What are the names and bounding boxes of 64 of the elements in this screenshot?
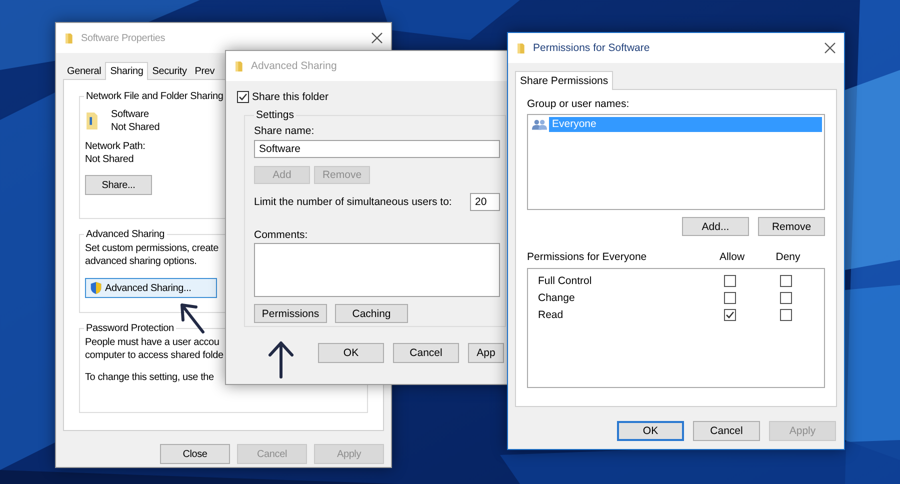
- dialog-button[interactable]: Permissions: [254, 304, 327, 323]
- allow-checkbox[interactable]: [724, 274, 736, 286]
- folder-name: Software: [111, 109, 150, 120]
- tab[interactable]: General: [63, 63, 106, 79]
- comments-field[interactable]: [254, 243, 500, 297]
- network-path: Not Shared: [85, 154, 134, 165]
- folder-icon: [516, 42, 526, 54]
- dialog-button[interactable]: Add...: [682, 217, 749, 236]
- checkbox[interactable]: [237, 91, 249, 103]
- tab[interactable]: Prev: [190, 63, 219, 79]
- group-title: Password Protection: [85, 323, 175, 334]
- users-icon: [532, 118, 547, 130]
- permission-name: Read: [538, 308, 564, 320]
- column-header: Allow: [718, 251, 746, 265]
- dialog-button[interactable]: Cancel: [393, 343, 459, 363]
- shield-icon: [90, 281, 102, 295]
- dialog-button[interactable]: Cancel: [693, 421, 760, 441]
- group-title: Advanced Sharing: [85, 229, 166, 240]
- share-button[interactable]: Share...: [85, 175, 152, 195]
- close-icon[interactable]: [824, 42, 836, 54]
- field-label: Share name:: [254, 125, 314, 137]
- dialog-button[interactable]: Remove: [758, 217, 825, 236]
- deny-checkbox[interactable]: [780, 292, 792, 304]
- dialog-button[interactable]: Caching: [335, 304, 408, 323]
- folder-icon: [64, 32, 74, 44]
- annotation-arrow: [268, 342, 294, 378]
- window-title: Advanced Sharing: [251, 60, 337, 72]
- dialog-button[interactable]: OK: [318, 343, 384, 363]
- allow-checkbox[interactable]: [724, 308, 736, 320]
- tab[interactable]: Share Permissions: [515, 71, 614, 90]
- allow-checkbox[interactable]: [724, 292, 736, 304]
- folder-icon: [85, 110, 99, 132]
- user-limit-field[interactable]: 20: [470, 193, 500, 211]
- deny-checkbox[interactable]: [780, 308, 792, 320]
- field-label: Comments:: [254, 229, 308, 241]
- group-title: Settings: [255, 109, 295, 121]
- field-label: Limit the number of simultaneous users to:: [254, 196, 453, 208]
- description-text: People must have a user accou: [85, 337, 220, 348]
- tab[interactable]: Sharing: [105, 62, 148, 80]
- permission-name: Change: [538, 292, 576, 304]
- column-header: Permissions for Everyone: [527, 251, 648, 265]
- dialog-button[interactable]: App: [468, 343, 504, 363]
- note-text: To change this setting, use the: [85, 372, 214, 383]
- field-label: Network Path:: [85, 141, 146, 152]
- group-title: Network File and Folder Sharing: [85, 91, 224, 102]
- dialog-button[interactable]: Close: [160, 444, 230, 464]
- share-name-field[interactable]: Software: [254, 140, 500, 158]
- deny-checkbox[interactable]: [780, 274, 792, 286]
- permission-name: Full Control: [538, 274, 593, 286]
- close-icon[interactable]: [371, 32, 383, 44]
- share-status: Not Shared: [111, 122, 160, 133]
- tab[interactable]: Security: [148, 63, 191, 79]
- checkbox-label: Share this folder: [252, 91, 328, 103]
- description-text: advanced sharing options.: [85, 256, 197, 267]
- window-title: Permissions for Software: [533, 42, 650, 54]
- description-text: Set custom permissions, create: [85, 243, 218, 254]
- window-title: Software Properties: [81, 32, 166, 44]
- column-header: Deny: [774, 251, 802, 265]
- description-text: computer to access shared folde: [85, 350, 224, 361]
- folder-icon: [234, 60, 244, 72]
- dialog-button[interactable]: OK: [617, 421, 684, 441]
- annotation-arrow: [180, 304, 204, 334]
- field-label: Group or user names:: [527, 98, 630, 110]
- advanced-sharing-button[interactable]: Advanced Sharing...: [85, 278, 217, 298]
